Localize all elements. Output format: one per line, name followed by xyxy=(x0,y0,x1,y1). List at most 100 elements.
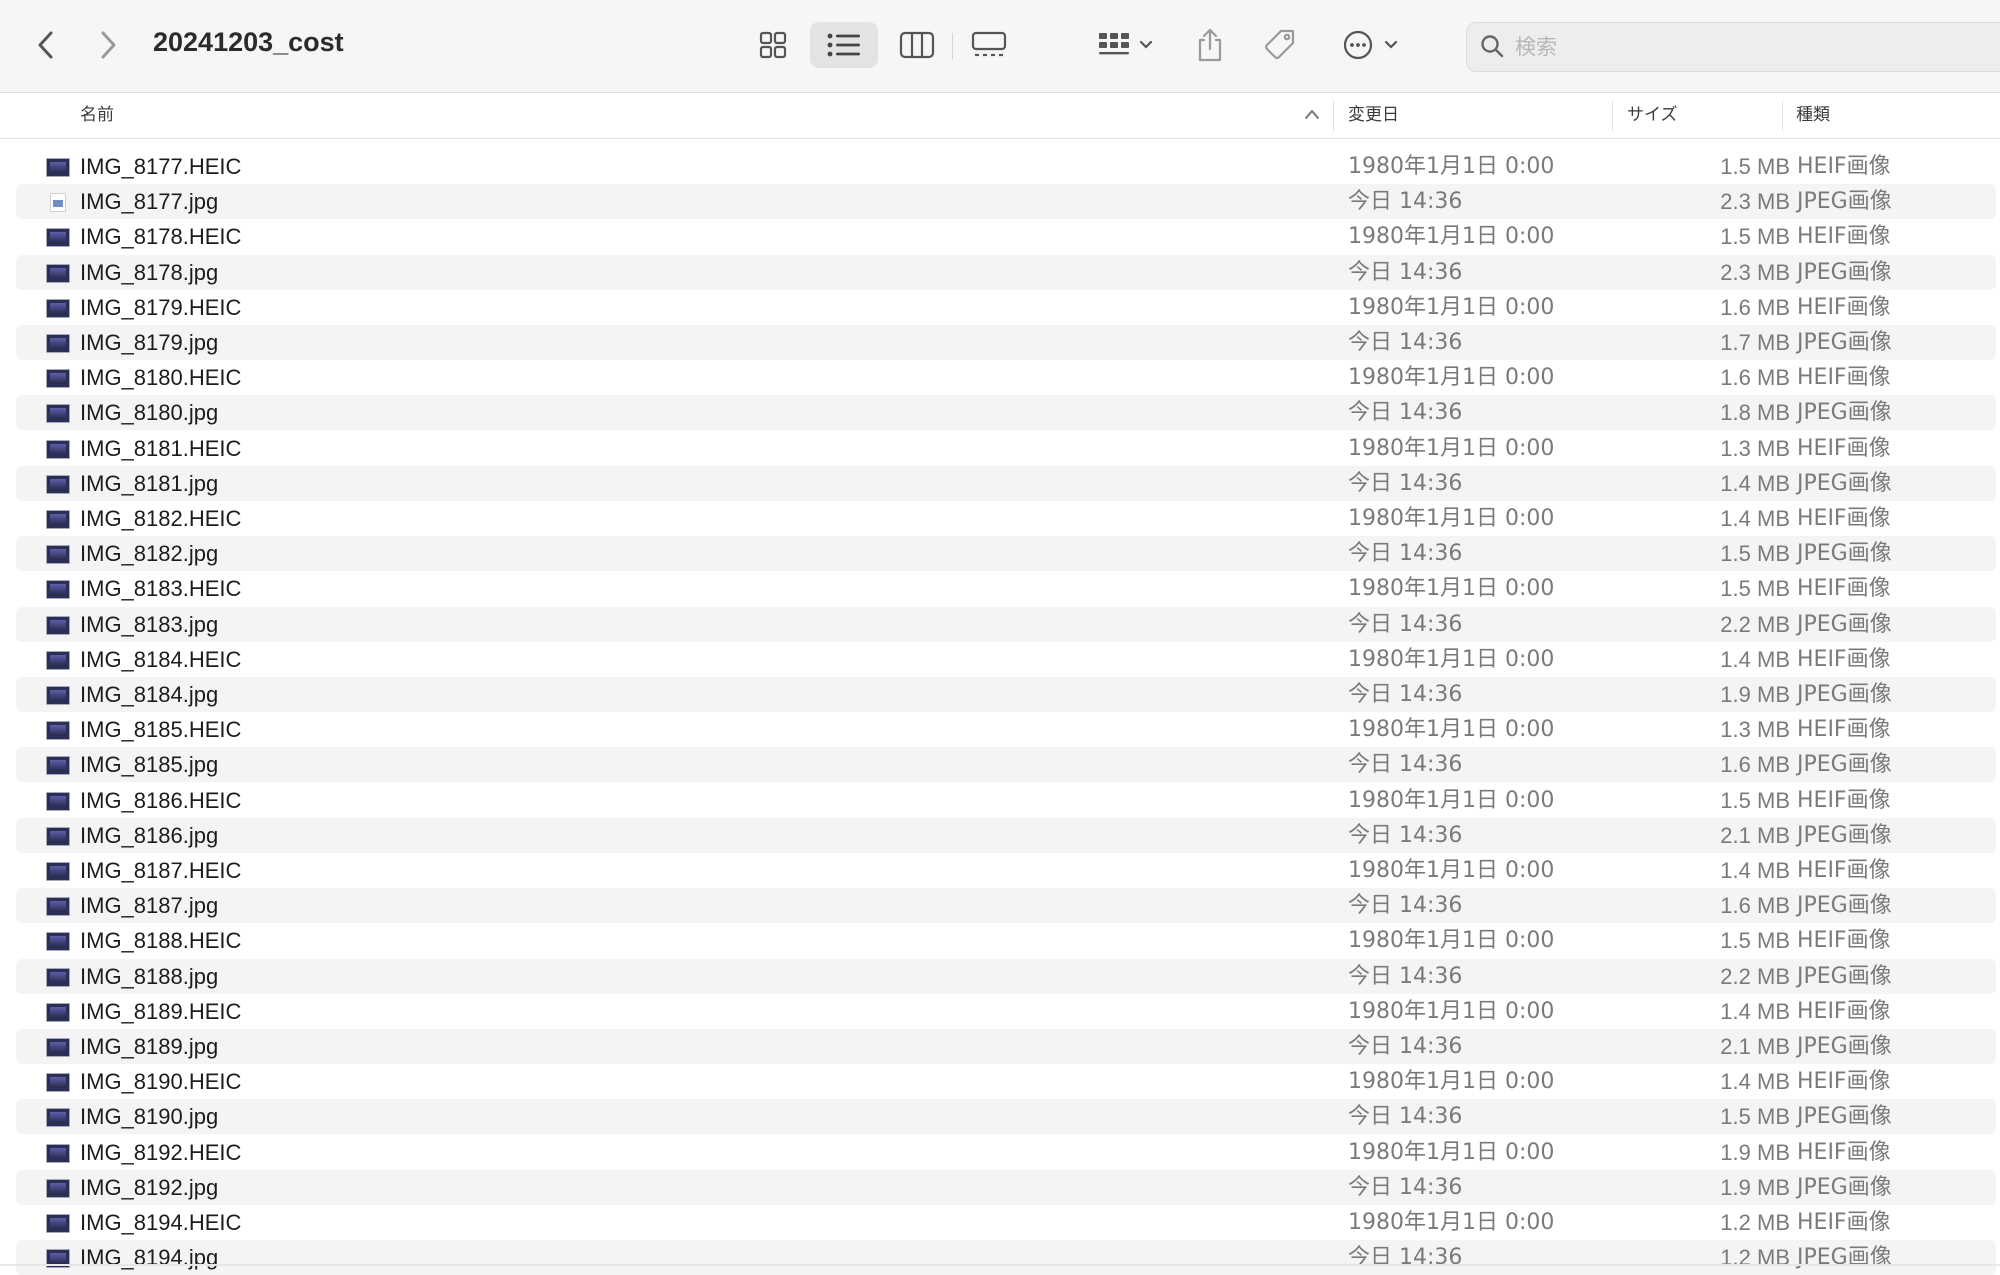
file-row[interactable]: IMG_8188.jpg 今日 14:36 2.2 MB JPEG画像 xyxy=(16,959,1996,994)
file-name: IMG_8179.HEIC xyxy=(80,295,242,320)
file-row[interactable]: IMG_8180.HEIC 1980年1月1日 0:00 1.6 MB HEIF画像 xyxy=(16,360,1996,395)
file-size: 1.2 MB xyxy=(1720,1210,1790,1235)
file-modified-date: 1980年1月1日 0:00 xyxy=(1348,1069,1555,1094)
back-button[interactable] xyxy=(26,25,66,65)
file-row[interactable]: IMG_8177.jpg 今日 14:36 2.3 MB JPEG画像 xyxy=(16,184,1996,219)
file-row[interactable]: IMG_8188.HEIC 1980年1月1日 0:00 1.5 MB HEIF画像 xyxy=(16,923,1996,958)
file-modified-date: 今日 14:36 xyxy=(1348,964,1463,989)
file-modified-date: 1980年1月1日 0:00 xyxy=(1348,999,1555,1024)
file-row[interactable]: IMG_8183.jpg 今日 14:36 2.2 MB JPEG画像 xyxy=(16,607,1996,642)
image-thumbnail-icon xyxy=(46,1038,70,1057)
group-by-button[interactable] xyxy=(1090,22,1160,68)
file-modified-date: 今日 14:36 xyxy=(1348,260,1463,285)
image-thumbnail-icon xyxy=(46,158,70,177)
file-modified-date: 1980年1月1日 0:00 xyxy=(1348,1210,1555,1235)
file-size: 1.9 MB xyxy=(1720,1175,1790,1200)
search-field[interactable] xyxy=(1466,22,2000,72)
file-size: 1.4 MB xyxy=(1720,471,1790,496)
column-header-modified[interactable]: 変更日 xyxy=(1348,93,1399,138)
image-thumbnail-icon xyxy=(46,686,70,705)
file-row[interactable]: IMG_8192.HEIC 1980年1月1日 0:00 1.9 MB HEIF画像 xyxy=(16,1135,1996,1170)
file-row[interactable]: IMG_8187.HEIC 1980年1月1日 0:00 1.4 MB HEIF画像 xyxy=(16,853,1996,888)
more-actions-button[interactable] xyxy=(1336,22,1404,68)
file-row[interactable]: IMG_8183.HEIC 1980年1月1日 0:00 1.5 MB HEIF画像 xyxy=(16,571,1996,606)
file-row[interactable]: IMG_8178.jpg 今日 14:36 2.3 MB JPEG画像 xyxy=(16,255,1996,290)
forward-button[interactable] xyxy=(88,25,128,65)
file-name: IMG_8183.jpg xyxy=(80,612,219,637)
file-kind: HEIF画像 xyxy=(1797,295,1891,320)
image-thumbnail-icon xyxy=(46,475,70,494)
file-modified-date: 1980年1月1日 0:00 xyxy=(1348,576,1555,601)
file-row[interactable]: IMG_8184.HEIC 1980年1月1日 0:00 1.4 MB HEIF画像 xyxy=(16,642,1996,677)
file-kind: JPEG画像 xyxy=(1797,823,1892,848)
file-size: 1.4 MB xyxy=(1720,647,1790,672)
column-header-kind[interactable]: 種類 xyxy=(1796,93,1830,138)
file-name: IMG_8177.jpg xyxy=(80,189,219,214)
file-name: IMG_8185.jpg xyxy=(80,752,219,777)
file-row[interactable]: IMG_8182.HEIC 1980年1月1日 0:00 1.4 MB HEIF画像 xyxy=(16,501,1996,536)
file-name: IMG_8177.HEIC xyxy=(80,154,242,179)
file-row[interactable]: IMG_8189.HEIC 1980年1月1日 0:00 1.4 MB HEIF画像 xyxy=(16,994,1996,1029)
file-name: IMG_8181.HEIC xyxy=(80,436,242,461)
file-row[interactable]: IMG_8186.HEIC 1980年1月1日 0:00 1.5 MB HEIF画像 xyxy=(16,783,1996,818)
file-modified-date: 今日 14:36 xyxy=(1348,1034,1463,1059)
file-modified-date: 今日 14:36 xyxy=(1348,189,1463,214)
image-thumbnail-icon xyxy=(46,299,70,318)
gallery-view-button[interactable] xyxy=(964,22,1014,68)
file-row[interactable]: IMG_8185.jpg 今日 14:36 1.6 MB JPEG画像 xyxy=(16,747,1996,782)
file-size: 1.4 MB xyxy=(1720,999,1790,1024)
file-size: 1.5 MB xyxy=(1720,541,1790,566)
file-row[interactable]: IMG_8190.jpg 今日 14:36 1.5 MB JPEG画像 xyxy=(16,1099,1996,1134)
document-thumbnail-icon xyxy=(50,193,66,212)
image-thumbnail-icon xyxy=(46,968,70,987)
file-kind: HEIF画像 xyxy=(1797,154,1891,179)
file-row[interactable]: IMG_8178.HEIC 1980年1月1日 0:00 1.5 MB HEIF画像 xyxy=(16,219,1996,254)
icon-view-button[interactable] xyxy=(748,22,798,68)
file-row[interactable]: IMG_8180.jpg 今日 14:36 1.8 MB JPEG画像 xyxy=(16,395,1996,430)
share-button[interactable] xyxy=(1192,22,1228,68)
file-modified-date: 1980年1月1日 0:00 xyxy=(1348,647,1555,672)
list-view-button[interactable] xyxy=(810,22,878,68)
file-list: IMG_8177.HEIC 1980年1月1日 0:00 1.5 MB HEIF画像 I… xyxy=(0,149,2000,1275)
file-row[interactable]: IMG_8179.HEIC 1980年1月1日 0:00 1.6 MB HEIF画像 xyxy=(16,290,1996,325)
file-size: 1.8 MB xyxy=(1720,400,1790,425)
column-header-name[interactable]: 名前 xyxy=(80,93,114,138)
image-thumbnail-icon xyxy=(46,651,70,670)
file-row[interactable]: IMG_8181.HEIC 1980年1月1日 0:00 1.3 MB HEIF画像 xyxy=(16,431,1996,466)
file-size: 2.1 MB xyxy=(1720,823,1790,848)
file-row[interactable]: IMG_8186.jpg 今日 14:36 2.1 MB JPEG画像 xyxy=(16,818,1996,853)
image-thumbnail-icon xyxy=(46,1003,70,1022)
file-row[interactable]: IMG_8187.jpg 今日 14:36 1.6 MB JPEG画像 xyxy=(16,888,1996,923)
group-by-icon xyxy=(1099,33,1129,55)
file-row[interactable]: IMG_8179.jpg 今日 14:36 1.7 MB JPEG画像 xyxy=(16,325,1996,360)
file-row[interactable]: IMG_8194.jpg 今日 14:36 1.2 MB JPEG画像 xyxy=(16,1240,1996,1275)
file-row[interactable]: IMG_8185.HEIC 1980年1月1日 0:00 1.3 MB HEIF画像 xyxy=(16,712,1996,747)
file-kind: JPEG画像 xyxy=(1797,1175,1892,1200)
file-size: 2.1 MB xyxy=(1720,1034,1790,1059)
file-row[interactable]: IMG_8182.jpg 今日 14:36 1.5 MB JPEG画像 xyxy=(16,536,1996,571)
column-header-size[interactable]: サイズ xyxy=(1627,93,1678,138)
file-modified-date: 今日 14:36 xyxy=(1348,1104,1463,1129)
image-thumbnail-icon xyxy=(46,897,70,916)
file-modified-date: 1980年1月1日 0:00 xyxy=(1348,858,1555,883)
file-row[interactable]: IMG_8194.HEIC 1980年1月1日 0:00 1.2 MB HEIF画像 xyxy=(16,1205,1996,1240)
file-row[interactable]: IMG_8189.jpg 今日 14:36 2.1 MB JPEG画像 xyxy=(16,1029,1996,1064)
column-view-button[interactable] xyxy=(892,22,942,68)
file-row[interactable]: IMG_8181.jpg 今日 14:36 1.4 MB JPEG画像 xyxy=(16,466,1996,501)
file-row[interactable]: IMG_8184.jpg 今日 14:36 1.9 MB JPEG画像 xyxy=(16,677,1996,712)
image-thumbnail-icon xyxy=(46,545,70,564)
tag-icon xyxy=(1264,29,1295,60)
share-icon xyxy=(1198,28,1222,62)
search-icon xyxy=(1481,35,1504,58)
file-kind: JPEG画像 xyxy=(1797,612,1892,637)
file-row[interactable]: IMG_8177.HEIC 1980年1月1日 0:00 1.5 MB HEIF画像 xyxy=(16,149,1996,184)
search-input[interactable] xyxy=(1513,31,1997,63)
file-kind: JPEG画像 xyxy=(1797,189,1892,214)
tag-button[interactable] xyxy=(1260,22,1300,68)
image-thumbnail-icon xyxy=(46,580,70,599)
file-row[interactable]: IMG_8190.HEIC 1980年1月1日 0:00 1.4 MB HEIF画像 xyxy=(16,1064,1996,1099)
file-name: IMG_8178.jpg xyxy=(80,260,219,285)
file-row[interactable]: IMG_8192.jpg 今日 14:36 1.9 MB JPEG画像 xyxy=(16,1170,1996,1205)
file-kind: JPEG画像 xyxy=(1797,1245,1892,1270)
file-modified-date: 今日 14:36 xyxy=(1348,400,1463,425)
